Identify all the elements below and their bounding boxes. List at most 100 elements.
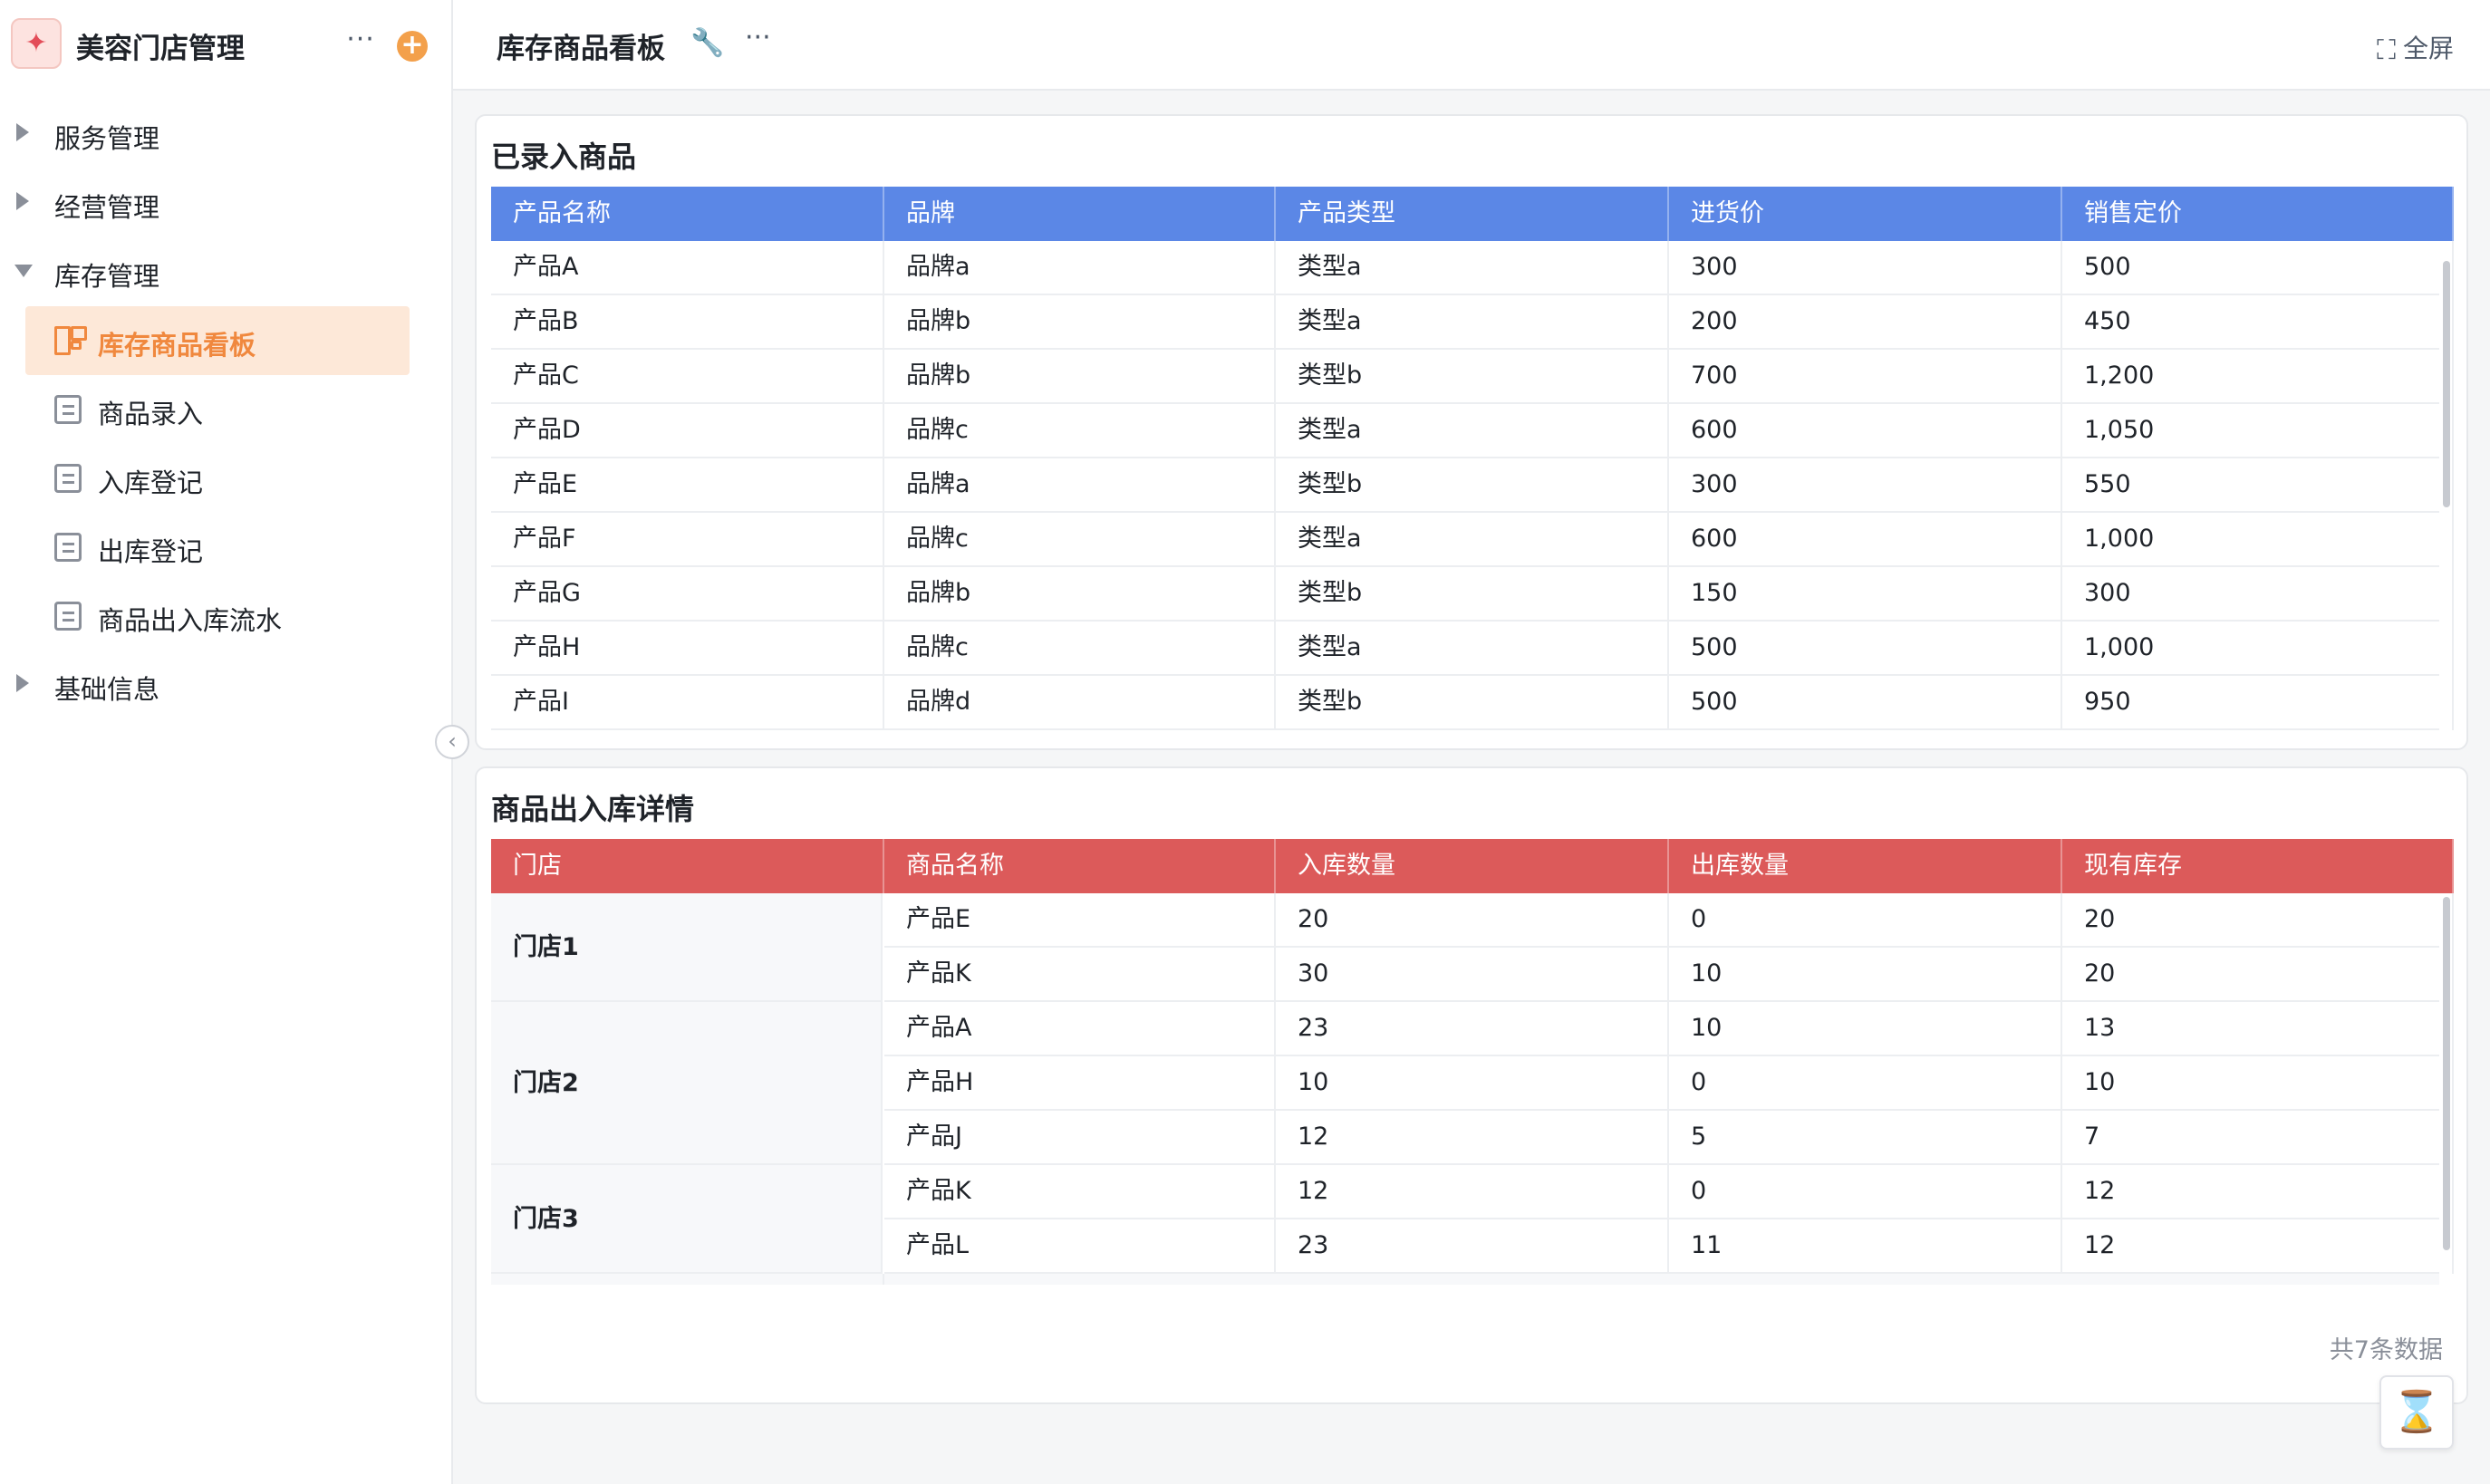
table-cell: 950 bbox=[2062, 676, 2454, 730]
sidebar-group-inventory[interactable]: 库存管理 bbox=[0, 237, 451, 306]
fullscreen-button[interactable]: ⛶ 全屏 bbox=[2377, 29, 2454, 66]
more-icon[interactable]: ··· bbox=[344, 24, 377, 60]
table-cell: 产品A bbox=[491, 241, 884, 295]
table-cell: 13 bbox=[2062, 1002, 2454, 1056]
table-cell: 600 bbox=[1669, 513, 2062, 567]
table-cell: 品牌a bbox=[884, 241, 1276, 295]
sidebar-group-label: 基础信息 bbox=[54, 674, 160, 705]
column-header[interactable]: 产品名称 bbox=[491, 187, 884, 241]
table-cell: 产品F bbox=[491, 513, 884, 567]
table-cell: 11 bbox=[1669, 1219, 2062, 1274]
table-row[interactable]: 产品J 12 5 7 bbox=[884, 1111, 2454, 1165]
table-cell: 产品B bbox=[491, 295, 884, 350]
add-icon[interactable]: + bbox=[397, 31, 428, 62]
sidebar-group-basic-info[interactable]: 基础信息 bbox=[0, 650, 451, 719]
table-cell: 类型a bbox=[1276, 513, 1669, 567]
dashboard-icon bbox=[54, 326, 87, 355]
more-icon[interactable]: ··· bbox=[745, 22, 771, 53]
table-row[interactable]: 产品I 品牌d 类型b 500 950 bbox=[491, 676, 2454, 730]
sidebar-header: ✦ 美容门店管理 ··· + bbox=[0, 0, 451, 91]
table-cell: 10 bbox=[1669, 1002, 2062, 1056]
column-header[interactable]: 进货价 bbox=[1669, 187, 2062, 241]
table-cell: 类型b bbox=[1276, 567, 1669, 622]
table-row[interactable]: 产品B 品牌b 类型a 200 450 bbox=[491, 295, 2454, 350]
caret-right-icon bbox=[16, 674, 29, 692]
table-row[interactable]: 产品K 12 0 12 bbox=[884, 1165, 2454, 1219]
table-cell: 23 bbox=[1276, 1219, 1669, 1274]
column-header[interactable]: 产品类型 bbox=[1276, 187, 1669, 241]
table-cell: 1,200 bbox=[2062, 350, 2454, 404]
table-row[interactable]: 产品K 30 10 20 bbox=[884, 948, 2454, 1002]
table-cell: 产品H bbox=[884, 1056, 1276, 1111]
table-row[interactable]: 产品H 品牌c 类型a 500 1,000 bbox=[491, 622, 2454, 676]
sidebar-item-inventory-board[interactable]: 库存商品看板 bbox=[25, 306, 410, 375]
table-row[interactable]: 产品H 10 0 10 bbox=[884, 1056, 2454, 1111]
collapse-sidebar-icon[interactable]: ‹ bbox=[435, 725, 469, 759]
column-header[interactable]: 门店 bbox=[491, 839, 884, 893]
table-cell: 品牌b bbox=[884, 295, 1276, 350]
record-count: 共7条数据 bbox=[2329, 1336, 2443, 1364]
wrench-icon[interactable]: 🔧 bbox=[690, 27, 724, 59]
column-header[interactable]: 入库数量 bbox=[1276, 839, 1669, 893]
sidebar: ✦ 美容门店管理 ··· + 服务管理 经营管理 库存管理 库存商品看板 商品录… bbox=[0, 0, 453, 1484]
table-cell: 类型a bbox=[1276, 404, 1669, 458]
caret-right-icon bbox=[16, 123, 29, 141]
products-card: 已录入商品 产品名称 品牌 产品类型 进货价 销售定价 产品A 品牌a 类型a 300 500 产… bbox=[475, 114, 2468, 750]
table-row[interactable]: 产品F 品牌c 类型a 600 1,000 bbox=[491, 513, 2454, 567]
column-header[interactable]: 销售定价 bbox=[2062, 187, 2454, 241]
stock-card: 商品出入库详情 门店 商品名称 入库数量 出库数量 现有库存 产品E 20 0 20 产品K 30… bbox=[475, 766, 2468, 1404]
table-cell: 500 bbox=[2062, 241, 2454, 295]
table-cell: 1,050 bbox=[2062, 404, 2454, 458]
table-cell: 500 bbox=[1669, 622, 2062, 676]
app-title: 美容门店管理 bbox=[76, 33, 245, 65]
column-header[interactable]: 品牌 bbox=[884, 187, 1276, 241]
products-table: 产品名称 品牌 产品类型 进货价 销售定价 产品A 品牌a 类型a 300 500 产品B 品牌b 类… bbox=[491, 187, 2454, 732]
table-row[interactable]: 产品D 品牌c 类型a 600 1,050 bbox=[491, 404, 2454, 458]
table-cell: 600 bbox=[1669, 404, 2062, 458]
table-row[interactable]: 产品C 品牌b 类型b 700 1,200 bbox=[491, 350, 2454, 404]
sidebar-item-stock-in[interactable]: 入库登记 bbox=[25, 444, 410, 513]
sidebar-item-label: 入库登记 bbox=[98, 467, 204, 498]
sidebar-item-label: 库存商品看板 bbox=[98, 330, 256, 361]
table-row[interactable]: 产品G 品牌b 类型b 150 300 bbox=[491, 567, 2454, 622]
table-cell: 产品I bbox=[491, 676, 884, 730]
table-cell: 150 bbox=[1669, 567, 2062, 622]
table-row[interactable]: 产品E 20 0 20 bbox=[884, 893, 2454, 948]
fullscreen-icon: ⛶ bbox=[2376, 34, 2396, 66]
table-row[interactable]: 产品L 23 11 12 bbox=[884, 1219, 2454, 1274]
column-header[interactable]: 现有库存 bbox=[2062, 839, 2454, 893]
table-cell: 10 bbox=[1669, 948, 2062, 1002]
app-logo-icon: ✦ bbox=[11, 18, 62, 69]
sidebar-item-label: 商品出入库流水 bbox=[98, 605, 283, 636]
table-cell: 300 bbox=[1669, 458, 2062, 513]
table-cell: 10 bbox=[2062, 1056, 2454, 1111]
table-cell: 1,000 bbox=[2062, 513, 2454, 567]
table-cell: 产品D bbox=[491, 404, 884, 458]
products-scrollbar[interactable] bbox=[2443, 261, 2450, 507]
table-row[interactable]: 产品A 23 10 13 bbox=[884, 1002, 2454, 1056]
table-cell: 10 bbox=[1276, 1056, 1669, 1111]
table-cell: 1,000 bbox=[2062, 622, 2454, 676]
sidebar-group-label: 经营管理 bbox=[54, 192, 160, 223]
table-cell: 产品H bbox=[491, 622, 884, 676]
stock-scrollbar[interactable] bbox=[2443, 897, 2450, 1250]
table-cell: 类型b bbox=[1276, 458, 1669, 513]
table-cell: 品牌c bbox=[884, 622, 1276, 676]
sidebar-item-label: 出库登记 bbox=[98, 536, 204, 567]
sidebar-item-stock-out[interactable]: 出库登记 bbox=[25, 513, 410, 582]
store-cell: 门店2 bbox=[491, 1002, 883, 1165]
column-header[interactable]: 商品名称 bbox=[884, 839, 1276, 893]
column-header[interactable]: 出库数量 bbox=[1669, 839, 2062, 893]
hourglass-icon[interactable]: ⌛ bbox=[2379, 1375, 2454, 1450]
sidebar-group-service[interactable]: 服务管理 bbox=[0, 100, 451, 169]
table-row[interactable]: 产品A 品牌a 类型a 300 500 bbox=[491, 241, 2454, 295]
table-row[interactable]: 产品E 品牌a 类型b 300 550 bbox=[491, 458, 2454, 513]
table-cell: 类型b bbox=[1276, 350, 1669, 404]
stock-table: 门店 商品名称 入库数量 出库数量 现有库存 产品E 20 0 20 产品K 30 10 20 门店1 产… bbox=[491, 839, 2454, 1285]
form-icon bbox=[54, 533, 82, 562]
table-cell: 类型a bbox=[1276, 241, 1669, 295]
sidebar-item-stock-flow[interactable]: 商品出入库流水 bbox=[25, 582, 410, 650]
sidebar-item-product-entry[interactable]: 商品录入 bbox=[25, 375, 410, 444]
sidebar-group-label: 库存管理 bbox=[54, 261, 160, 292]
sidebar-group-operation[interactable]: 经营管理 bbox=[0, 169, 451, 237]
